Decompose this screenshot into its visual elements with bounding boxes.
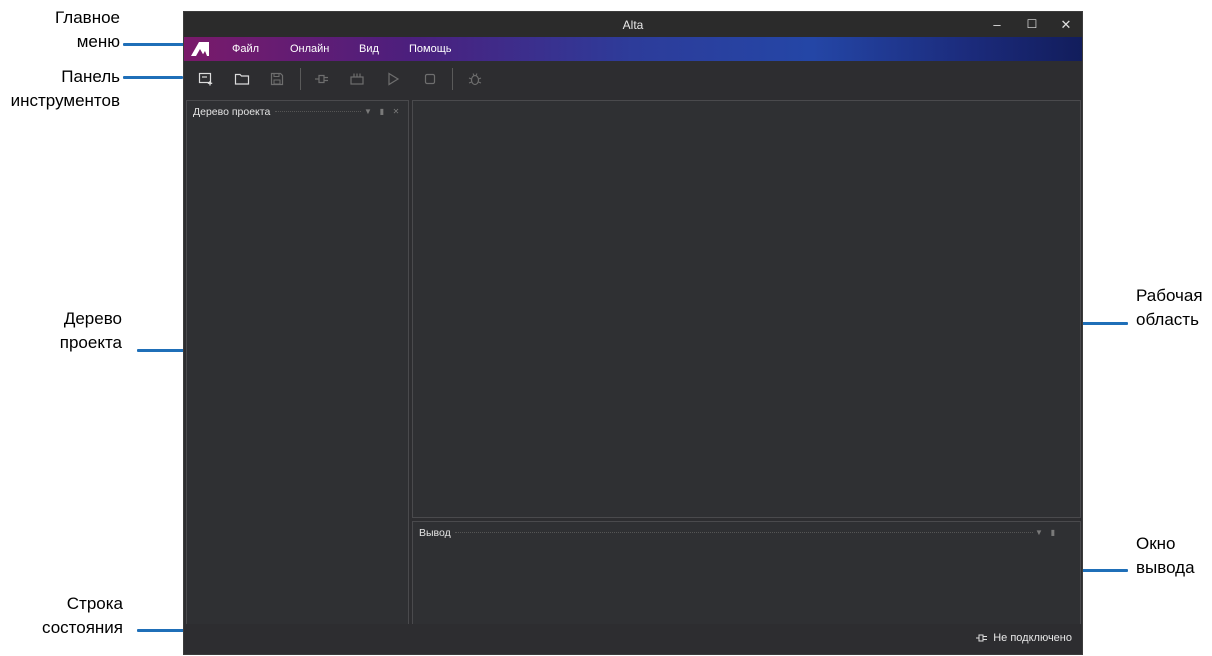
- output-panel[interactable]: Вывод ▼ ▮: [412, 521, 1081, 625]
- connection-status: Не подключено: [976, 632, 1072, 644]
- project-tree-header[interactable]: Дерево проекта ▼ ▮ ✕: [187, 101, 408, 123]
- open-button[interactable]: [230, 67, 254, 91]
- status-bar: Не подключено: [184, 624, 1082, 654]
- workspace-area[interactable]: [412, 100, 1081, 518]
- callout-toolbar: Панель инструментов: [10, 67, 120, 110]
- save-button[interactable]: [265, 67, 289, 91]
- output-title: Вывод: [419, 527, 451, 539]
- new-project-icon: [198, 72, 213, 86]
- close-icon[interactable]: ✕: [390, 101, 402, 123]
- main-menu: Файл Онлайн Вид Помощь: [184, 37, 1082, 61]
- connect-icon: [315, 74, 328, 84]
- run-button[interactable]: [381, 67, 405, 91]
- pin-icon[interactable]: ▮: [376, 101, 388, 123]
- callout-workspace: Рабочая область: [1136, 286, 1203, 329]
- annotated-screenshot: Главное меню Панель инструментов Дерево …: [0, 0, 1212, 656]
- device-button[interactable]: [345, 67, 369, 91]
- callout-main-menu-line: [123, 43, 185, 46]
- run-icon: [388, 72, 400, 86]
- app-window: Alta – ☐ ✕ Файл Онлайн Вид Помощь Дерево…: [183, 11, 1083, 655]
- toolbar-separator: [452, 68, 453, 90]
- plug-icon: [976, 634, 988, 642]
- project-tree-panel[interactable]: Дерево проекта ▼ ▮ ✕: [186, 100, 409, 625]
- minimize-button[interactable]: –: [980, 12, 1014, 37]
- dropdown-icon[interactable]: ▼: [362, 101, 374, 123]
- panel-grip: [275, 111, 361, 114]
- stop-icon: [424, 73, 436, 85]
- maximize-button[interactable]: ☐: [1015, 12, 1049, 37]
- title-bar[interactable]: Alta – ☐ ✕: [184, 12, 1082, 37]
- toolbar: [184, 61, 1082, 97]
- connection-status-text: Не подключено: [993, 632, 1072, 644]
- callout-toolbar-line: [123, 76, 183, 79]
- callout-status-bar: Строка состояния: [42, 594, 123, 637]
- toolbar-separator: [300, 68, 301, 90]
- menu-help[interactable]: Помощь: [409, 37, 452, 61]
- project-tree-title: Дерево проекта: [193, 106, 271, 118]
- menu-online[interactable]: Онлайн: [290, 37, 329, 61]
- save-icon: [270, 72, 284, 86]
- stop-button[interactable]: [418, 67, 442, 91]
- new-project-button[interactable]: [194, 67, 218, 91]
- dropdown-icon[interactable]: ▼: [1033, 522, 1045, 544]
- callout-main-menu: Главное меню: [55, 8, 120, 51]
- device-icon: [350, 73, 364, 85]
- callout-output-window: Окно вывода: [1136, 534, 1195, 577]
- open-folder-icon: [234, 73, 250, 85]
- close-button[interactable]: ✕: [1049, 12, 1083, 37]
- output-header[interactable]: Вывод ▼ ▮: [413, 522, 1080, 544]
- debug-icon: [468, 73, 482, 86]
- menu-view[interactable]: Вид: [359, 37, 379, 61]
- debug-button[interactable]: [463, 67, 487, 91]
- pin-icon[interactable]: ▮: [1047, 522, 1059, 544]
- alta-logo-icon[interactable]: [190, 41, 210, 57]
- callout-project-tree: Дерево проекта: [59, 309, 122, 352]
- menu-file[interactable]: Файл: [232, 37, 259, 61]
- panel-grip: [455, 532, 1033, 535]
- connect-button[interactable]: [310, 67, 334, 91]
- window-title: Alta: [622, 18, 644, 32]
